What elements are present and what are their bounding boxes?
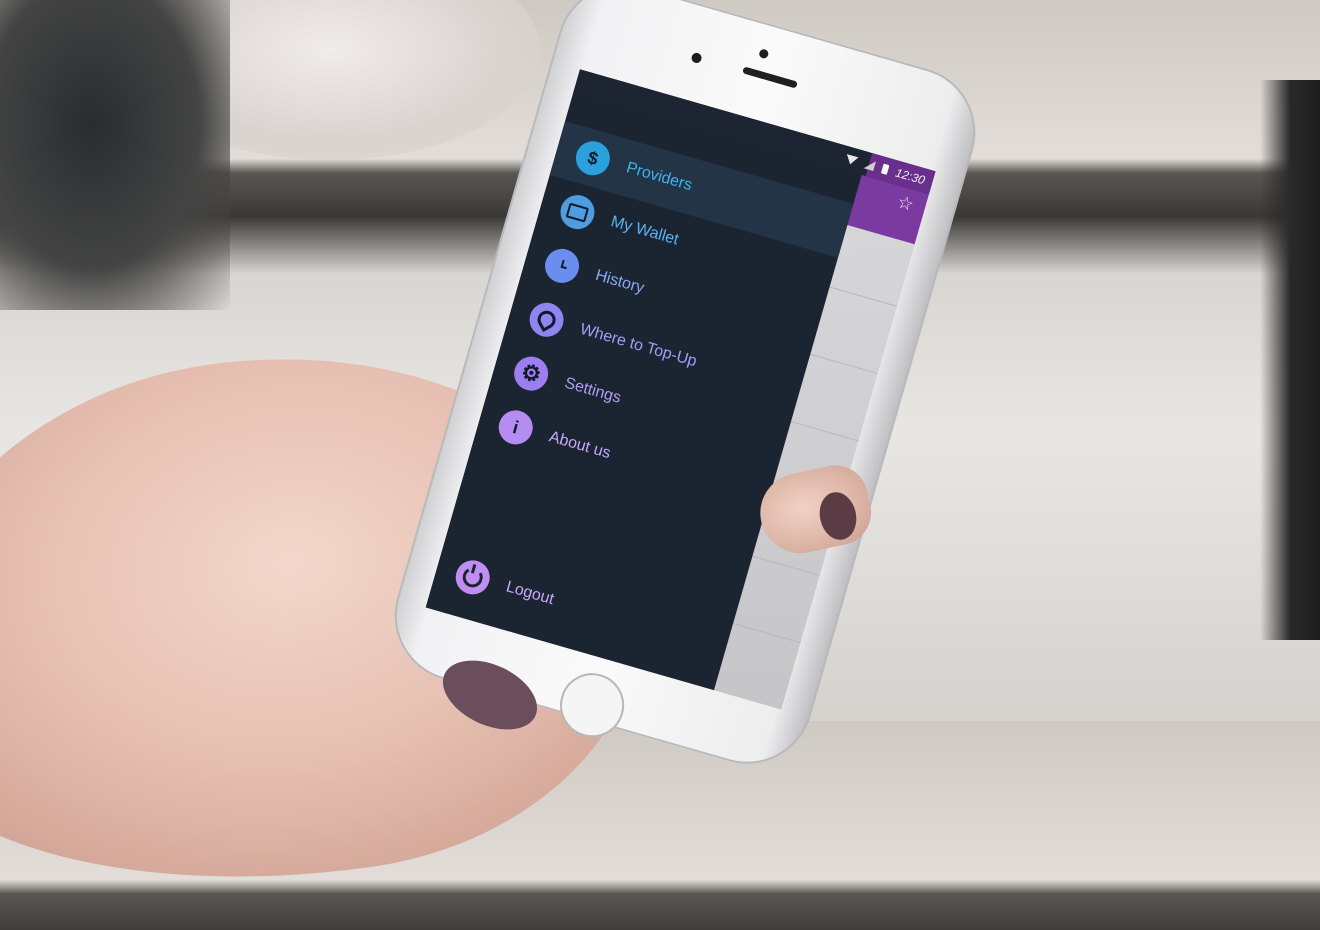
star-icon[interactable]: ☆ <box>895 191 916 215</box>
info-icon: i <box>494 406 537 449</box>
background-speaker <box>0 0 230 310</box>
wifi-icon <box>844 153 859 166</box>
content-divider <box>790 421 859 442</box>
clock-icon <box>541 244 584 287</box>
background-monitor-edge <box>1260 80 1320 640</box>
logout-label: Logout <box>504 578 556 609</box>
wallet-icon <box>556 191 599 234</box>
content-divider <box>810 353 878 375</box>
phone-screen: ☆ $ Providers My Wallet History Where to… <box>425 69 936 710</box>
dollar-icon: $ <box>571 137 614 180</box>
power-icon <box>451 556 494 599</box>
menu-item-label: Settings <box>562 374 623 407</box>
menu-item-label: Providers <box>624 159 694 195</box>
content-divider <box>752 555 820 576</box>
menu-item-label: My Wallet <box>608 213 681 249</box>
gear-icon: ⚙ <box>510 352 553 395</box>
location-pin-icon <box>525 298 568 341</box>
content-divider <box>829 286 898 307</box>
menu-item-label: About us <box>547 428 613 463</box>
menu-item-label: History <box>593 266 647 297</box>
